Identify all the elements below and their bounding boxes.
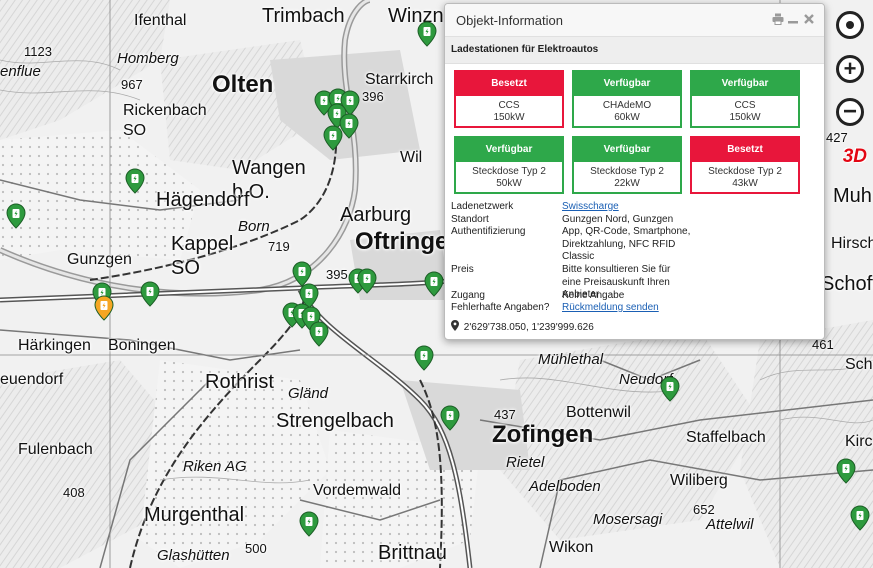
connector-power: 60kW: [614, 112, 640, 123]
connector-power: 22kW: [614, 178, 640, 189]
ev-charger-icon: [850, 505, 870, 531]
connector-card: Besetzt Steckdose Typ 2 43kW: [690, 136, 800, 194]
ev-charger-icon: [299, 511, 319, 537]
ev-charger-icon: [660, 376, 680, 402]
charger-marker[interactable]: [299, 511, 319, 537]
coordinates-value: 2'629'738.050, 1'239'999.626: [463, 322, 594, 333]
connector-power: 43kW: [732, 178, 758, 189]
connector-power: 50kW: [496, 178, 522, 189]
connector-type: CCS: [498, 100, 520, 111]
popup-header: Objekt-Information: [445, 4, 824, 37]
layer-title: Ladestationen für Elektroautos: [451, 44, 599, 55]
price-label: Preis: [451, 264, 474, 275]
location-label: Standort: [451, 214, 489, 225]
connector-status: Besetzt: [692, 138, 798, 162]
auth-value: App, QR-Code, Smartphone, Direktzahlung,…: [562, 226, 691, 262]
popup-title: Objekt-Information: [456, 13, 563, 28]
zoom-out-button[interactable]: −: [836, 98, 864, 126]
connector-status: Verfügbar: [574, 72, 680, 96]
access-value: Keine Angabe: [562, 290, 625, 301]
target-icon: [846, 21, 854, 29]
charger-marker[interactable]: [125, 168, 145, 194]
connector-power: 150kW: [493, 112, 525, 123]
location-pin-icon: [451, 320, 459, 331]
ev-charger-icon: [94, 295, 114, 321]
connector-status: Besetzt: [456, 72, 562, 96]
access-label: Zugang: [451, 290, 485, 301]
charger-marker[interactable]: [417, 21, 437, 47]
connector-card: Verfügbar CHAdeMO 60kW: [572, 70, 682, 128]
selected-charger-marker[interactable]: [94, 295, 114, 321]
network-label: Ladenetzwerk: [451, 201, 514, 212]
close-icon[interactable]: [803, 13, 815, 25]
charger-marker[interactable]: [309, 321, 329, 347]
error-report-link[interactable]: Rückmeldung senden: [562, 302, 702, 315]
connector-power: 150kW: [729, 112, 761, 123]
view-3d-label: 3D: [842, 146, 867, 167]
ev-charger-icon: [125, 168, 145, 194]
charger-marker[interactable]: [6, 203, 26, 229]
charger-marker[interactable]: [440, 405, 460, 431]
charger-marker[interactable]: [850, 505, 870, 531]
connector-status: Verfügbar: [456, 138, 562, 162]
charger-marker[interactable]: [660, 376, 680, 402]
charger-marker[interactable]: [424, 271, 444, 297]
connector-type: Steckdose Typ 2: [590, 166, 664, 177]
zoom-in-button[interactable]: +: [836, 55, 864, 83]
ev-charger-icon: [836, 458, 856, 484]
ev-charger-icon: [309, 321, 329, 347]
error-report-label: Fehlerhafte Angaben?: [451, 302, 550, 313]
charger-marker[interactable]: [414, 345, 434, 371]
connector-type: Steckdose Typ 2: [472, 166, 546, 177]
minus-icon: −: [842, 98, 857, 125]
charger-marker[interactable]: [357, 268, 377, 294]
connector-card: Besetzt CCS 150kW: [454, 70, 564, 128]
connector-card: Verfügbar Steckdose Typ 2 22kW: [572, 136, 682, 194]
ev-charger-icon: [6, 203, 26, 229]
connector-type: CHAdeMO: [602, 100, 652, 111]
ev-charger-icon: [357, 268, 377, 294]
ev-charger-icon: [424, 271, 444, 297]
connector-type: Steckdose Typ 2: [708, 166, 782, 177]
connector-type: CCS: [734, 100, 756, 111]
ev-charger-icon: [140, 281, 160, 307]
plus-icon: +: [843, 56, 857, 81]
locate-button[interactable]: [836, 11, 864, 39]
connector-status: Verfügbar: [692, 72, 798, 96]
coordinates-row: 2'629'738.050, 1'239'999.626: [451, 320, 594, 333]
auth-label: Authentifizierung: [451, 226, 526, 237]
minimize-icon[interactable]: [787, 13, 799, 25]
object-info-popup: Objekt-Information Ladestationen für Ele…: [444, 3, 825, 340]
ev-charger-icon: [323, 125, 343, 151]
ev-charger-icon: [414, 345, 434, 371]
ev-charger-icon: [440, 405, 460, 431]
network-link[interactable]: Swisscharge: [562, 201, 702, 214]
connector-status: Verfügbar: [574, 138, 680, 162]
charger-marker[interactable]: [323, 125, 343, 151]
view-3d-button[interactable]: 3D: [843, 146, 867, 168]
location-value: Gunzgen Nord, Gunzgen: [562, 214, 674, 225]
charger-marker[interactable]: [836, 458, 856, 484]
ev-charger-icon: [417, 21, 437, 47]
connector-card: Verfügbar CCS 150kW: [690, 70, 800, 128]
connector-card: Verfügbar Steckdose Typ 2 50kW: [454, 136, 564, 194]
print-icon[interactable]: [772, 13, 784, 25]
charger-marker[interactable]: [140, 281, 160, 307]
